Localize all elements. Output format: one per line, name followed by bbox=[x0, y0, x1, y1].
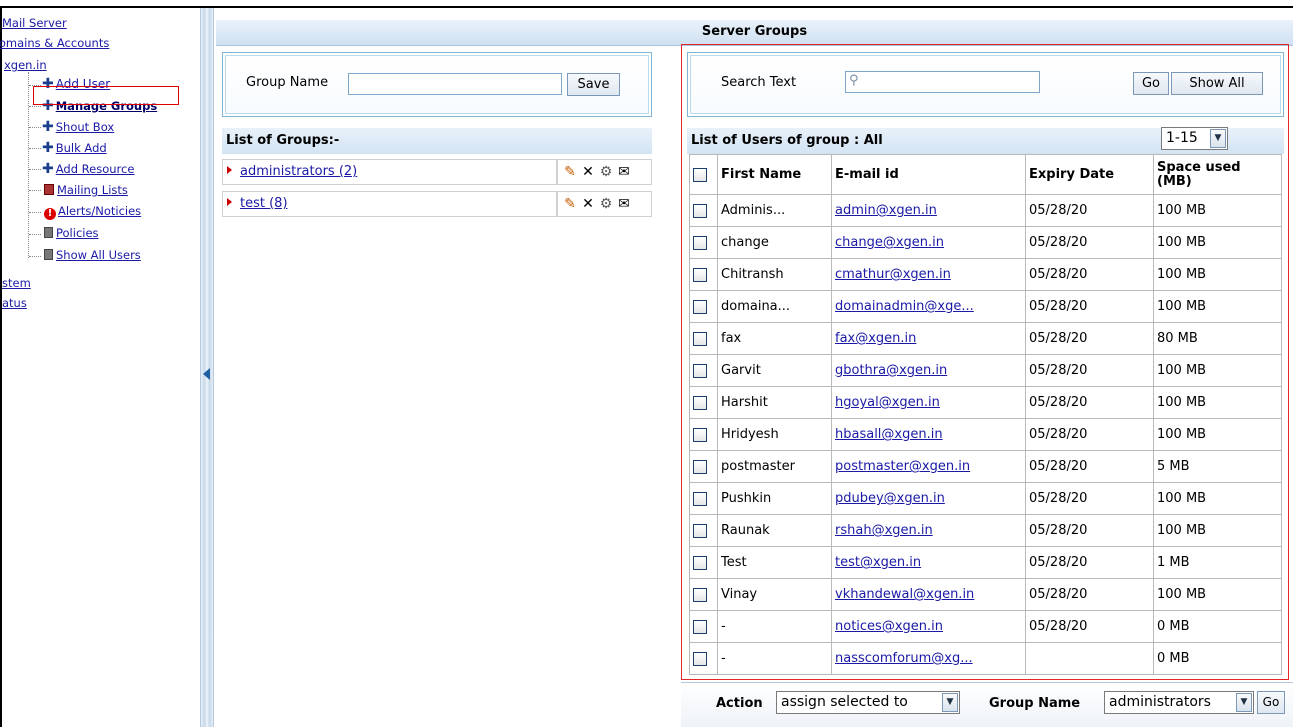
tree-connector bbox=[29, 212, 41, 213]
book-icon bbox=[44, 184, 54, 195]
sidebar-item-label[interactable]: Add Resource bbox=[56, 162, 135, 176]
save-button[interactable]: Save bbox=[567, 73, 620, 96]
delete-icon[interactable]: ✕ bbox=[580, 164, 596, 180]
sidebar-item-label[interactable]: Show All Users bbox=[56, 248, 141, 262]
sidebar-item-bulk-add[interactable]: ✚ Bulk Add bbox=[42, 140, 107, 156]
sidebar-item-label[interactable]: Shout Box bbox=[56, 120, 114, 134]
plus-icon: ✚ bbox=[42, 119, 54, 135]
group-name-bottom-label: Group Name bbox=[989, 696, 1081, 711]
group-select-value: administrators bbox=[1109, 694, 1211, 710]
sidebar-item-show-all-users[interactable]: Show All Users bbox=[44, 248, 141, 262]
group-name-cell: administrators (2) bbox=[222, 159, 557, 185]
chevron-down-icon[interactable]: ▼ bbox=[1236, 693, 1252, 712]
tree-domain[interactable]: xgen.in bbox=[4, 58, 47, 72]
sidebar-item-alerts[interactable]: ! Alerts/Noticies bbox=[44, 204, 141, 220]
sidebar-item-shout-box[interactable]: ✚ Shout Box bbox=[42, 119, 114, 135]
chevron-down-icon[interactable]: ▼ bbox=[942, 693, 958, 712]
tree-domains-accounts[interactable]: Domains & Accounts bbox=[0, 36, 109, 50]
group-actions: ✎ ✕ ⚙ ✉ bbox=[557, 191, 652, 217]
action-label: Action bbox=[716, 696, 763, 711]
sidebar-item-policies[interactable]: Policies bbox=[44, 226, 99, 240]
action-select-value: assign selected to bbox=[781, 694, 908, 710]
tree-mail-server[interactable]: Mail Server bbox=[2, 16, 67, 30]
tree-connector bbox=[29, 190, 41, 191]
window-frame-top bbox=[0, 6, 1293, 8]
tree-domains-accounts-link[interactable]: Domains & Accounts bbox=[0, 36, 109, 50]
sidebar-item-mailing-lists[interactable]: Mailing Lists bbox=[44, 183, 128, 197]
document-icon bbox=[44, 249, 53, 260]
group-row: administrators (2) ✎ ✕ ⚙ ✉ bbox=[222, 159, 652, 185]
settings-icon[interactable]: ⚙ bbox=[598, 196, 614, 212]
sidebar-item-label[interactable]: Bulk Add bbox=[56, 141, 107, 155]
groups-list-header: List of Groups:- bbox=[222, 128, 652, 154]
sidebar-item-label[interactable]: Alerts/Noticies bbox=[58, 204, 141, 218]
tree-system[interactable]: stem bbox=[2, 276, 31, 290]
sidebar-item-label[interactable]: Policies bbox=[56, 226, 99, 240]
group-link[interactable]: test (8) bbox=[240, 196, 288, 211]
tree-connector bbox=[29, 106, 41, 107]
plus-icon: ✚ bbox=[42, 161, 54, 177]
tree-status-link[interactable]: atus bbox=[2, 296, 27, 310]
group-row: test (8) ✎ ✕ ⚙ ✉ bbox=[222, 191, 652, 217]
tree-connector bbox=[29, 169, 41, 170]
action-select[interactable]: assign selected to ▼ bbox=[776, 691, 960, 714]
manage-groups-highlight bbox=[33, 86, 179, 105]
group-actions: ✎ ✕ ⚙ ✉ bbox=[557, 159, 652, 185]
alert-icon: ! bbox=[44, 208, 56, 220]
tree-connector bbox=[29, 127, 41, 128]
tree-connector bbox=[28, 72, 29, 258]
page-title: Server Groups bbox=[216, 20, 1293, 46]
sidebar-item-label[interactable]: Mailing Lists bbox=[57, 183, 128, 197]
plus-icon: ✚ bbox=[42, 140, 54, 156]
expand-arrow-icon[interactable] bbox=[227, 198, 232, 206]
navigation-tree: Mail Server Domains & Accounts xgen.in ✚… bbox=[0, 10, 200, 727]
assign-go-button[interactable]: Go bbox=[1257, 691, 1285, 714]
tree-status[interactable]: atus bbox=[2, 296, 27, 310]
edit-icon[interactable]: ✎ bbox=[562, 196, 578, 212]
expand-arrow-icon[interactable] bbox=[227, 166, 232, 174]
users-section-highlight bbox=[681, 44, 1289, 680]
tree-connector bbox=[29, 234, 41, 235]
group-name-input[interactable] bbox=[348, 73, 562, 95]
tree-mail-server-link[interactable]: Mail Server bbox=[2, 16, 67, 30]
edit-icon[interactable]: ✎ bbox=[562, 164, 578, 180]
delete-icon[interactable]: ✕ bbox=[580, 196, 596, 212]
mail-icon[interactable]: ✉ bbox=[616, 196, 632, 212]
settings-icon[interactable]: ⚙ bbox=[598, 164, 614, 180]
group-link[interactable]: administrators (2) bbox=[240, 164, 357, 179]
tree-system-link[interactable]: stem bbox=[2, 276, 31, 290]
group-select[interactable]: administrators ▼ bbox=[1104, 691, 1254, 714]
tree-connector bbox=[29, 148, 41, 149]
group-name-label: Group Name bbox=[246, 75, 329, 90]
mail-icon[interactable]: ✉ bbox=[616, 164, 632, 180]
document-icon bbox=[44, 227, 53, 238]
tree-domain-link[interactable]: xgen.in bbox=[4, 58, 47, 72]
collapse-arrow-icon[interactable] bbox=[203, 368, 210, 380]
sidebar-item-add-resource[interactable]: ✚ Add Resource bbox=[42, 161, 134, 177]
group-name-cell: test (8) bbox=[222, 191, 557, 217]
tree-connector bbox=[29, 256, 41, 257]
